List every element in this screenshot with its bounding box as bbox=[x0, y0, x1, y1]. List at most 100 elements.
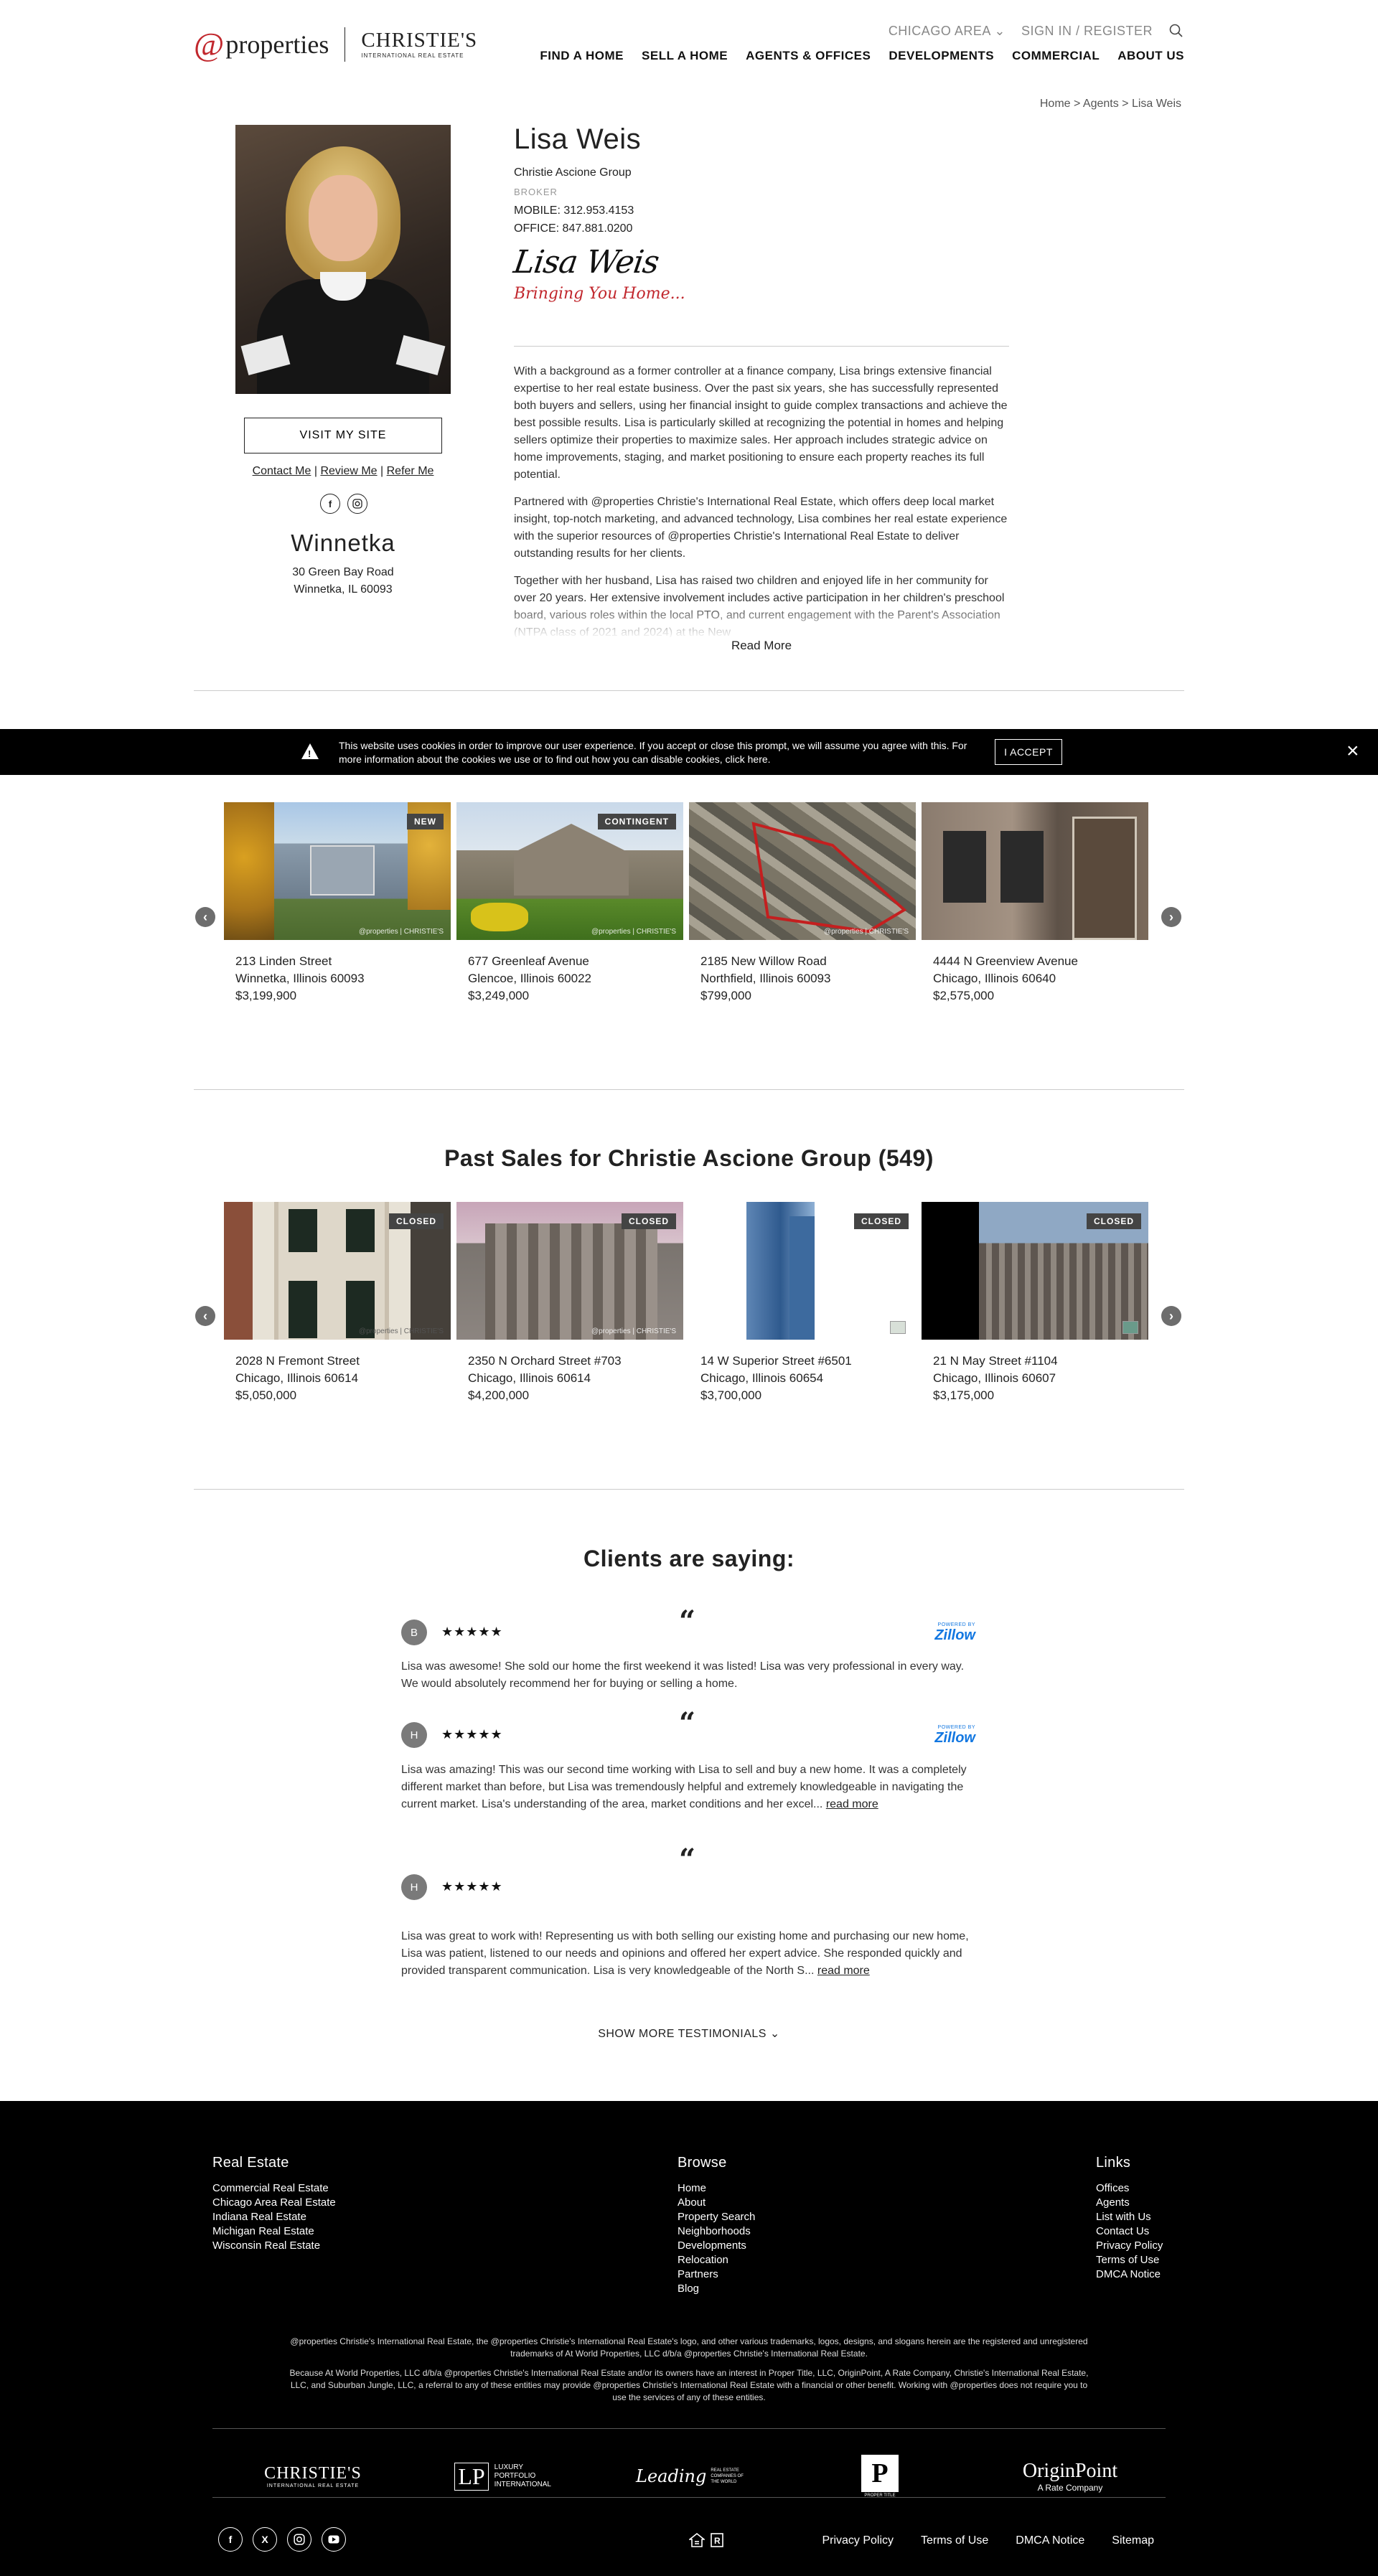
contact-me-link[interactable]: Contact Me bbox=[253, 465, 311, 477]
listing-address: 2185 New Willow Road bbox=[700, 954, 827, 968]
sign-in-link[interactable]: SIGN IN / REGISTER bbox=[1021, 24, 1153, 39]
sale-photo[interactable]: CLOSED @properties | CHRISTIE'S bbox=[456, 1202, 683, 1340]
youtube-icon[interactable] bbox=[322, 2527, 346, 2552]
sale-city: Chicago, Illinois 60614 bbox=[468, 1371, 591, 1385]
visit-my-site-button[interactable]: VISIT MY SITE bbox=[244, 418, 442, 453]
luxury-portfolio-logo[interactable]: LP LUXURY PORTFOLIO INTERNATIONAL bbox=[446, 2444, 561, 2509]
section-divider bbox=[194, 1489, 1184, 1490]
footer-link[interactable]: Privacy Policy bbox=[1096, 2239, 1163, 2253]
originpoint-logo[interactable]: OriginPoint A Rate Company bbox=[1009, 2444, 1131, 2509]
footer-link[interactable]: List with Us bbox=[1096, 2210, 1163, 2224]
listing-city: Northfield, Illinois 60093 bbox=[700, 972, 831, 985]
site-footer: Real Estate Commercial Real Estate Chica… bbox=[0, 2101, 1378, 2576]
footer-link[interactable]: Home bbox=[678, 2181, 755, 2196]
sale-card[interactable]: CLOSED 14 W Superior Street #6501 Chicag… bbox=[689, 1202, 916, 1404]
listing-photo[interactable]: CONTINGENT @properties | CHRISTIE'S bbox=[456, 802, 683, 940]
region-label: CHICAGO AREA bbox=[888, 23, 990, 38]
nav-commercial[interactable]: COMMERCIAL bbox=[1012, 49, 1100, 63]
nav-sell-a-home[interactable]: SELL A HOME bbox=[642, 49, 728, 63]
agent-office-phone[interactable]: OFFICE: 847.881.0200 bbox=[514, 222, 632, 235]
footer-link[interactable]: Commercial Real Estate bbox=[212, 2181, 336, 2196]
lp-monogram-icon: LP bbox=[454, 2462, 489, 2491]
instagram-icon[interactable] bbox=[287, 2527, 311, 2552]
nav-about-us[interactable]: ABOUT US bbox=[1117, 49, 1184, 63]
footer-link[interactable]: Michigan Real Estate bbox=[212, 2224, 336, 2239]
chevron-down-icon: ⌄ bbox=[994, 23, 1006, 38]
utility-nav: CHICAGO AREA ⌄ SIGN IN / REGISTER bbox=[889, 23, 1184, 39]
nav-agents-offices[interactable]: AGENTS & OFFICES bbox=[746, 49, 871, 63]
carousel-prev-arrow[interactable]: ‹ bbox=[195, 1306, 215, 1326]
footer-link[interactable]: Relocation bbox=[678, 2253, 755, 2267]
footer-link[interactable]: Contact Us bbox=[1096, 2224, 1163, 2239]
listing-photo[interactable]: NEW @properties | CHRISTIE'S bbox=[224, 802, 451, 940]
listing-photo[interactable] bbox=[922, 802, 1148, 940]
nav-find-a-home[interactable]: FIND A HOME bbox=[540, 49, 624, 63]
originpoint-text: OriginPoint bbox=[1022, 2460, 1118, 2482]
sale-card[interactable]: CLOSED @properties | CHRISTIE'S 2028 N F… bbox=[224, 1202, 451, 1404]
listing-card[interactable]: CONTINGENT @properties | CHRISTIE'S 677 … bbox=[456, 802, 683, 1005]
testimonial-body: Lisa was amazing! This was our second ti… bbox=[401, 1764, 967, 1810]
zillow-logo[interactable]: POWERED BY Zillow bbox=[934, 1725, 975, 1747]
listing-card[interactable]: 4444 N Greenview Avenue Chicago, Illinoi… bbox=[922, 802, 1148, 1005]
dmca-notice-link[interactable]: DMCA Notice bbox=[1016, 2534, 1084, 2547]
christies-logo[interactable]: CHRISTIE'S INTERNATIONAL REAL ESTATE bbox=[256, 2444, 370, 2509]
footer-link[interactable]: Offices bbox=[1096, 2181, 1163, 2196]
agent-mobile[interactable]: MOBILE: 312.953.4153 bbox=[514, 205, 634, 217]
footer-link[interactable]: Partners bbox=[678, 2267, 755, 2282]
footer-link[interactable]: Wisconsin Real Estate bbox=[212, 2239, 336, 2253]
agent-name: Lisa Weis bbox=[514, 123, 642, 155]
read-more-link[interactable]: read more bbox=[817, 1965, 870, 1977]
footer-link[interactable]: Indiana Real Estate bbox=[212, 2210, 336, 2224]
read-more-button[interactable]: Read More bbox=[514, 639, 1009, 653]
instagram-icon[interactable] bbox=[347, 494, 367, 514]
show-more-testimonials-button[interactable]: SHOW MORE TESTIMONIALS ⌄ bbox=[0, 2026, 1378, 2041]
privacy-policy-link[interactable]: Privacy Policy bbox=[822, 2534, 894, 2547]
carousel-next-arrow[interactable]: › bbox=[1161, 1306, 1181, 1326]
signature-name: Lisa Weis bbox=[511, 244, 662, 281]
carousel-next-arrow[interactable]: › bbox=[1161, 907, 1181, 927]
listing-card[interactable]: @properties | CHRISTIE'S 2185 New Willow… bbox=[689, 802, 916, 1005]
sale-address: 2350 N Orchard Street #703 bbox=[468, 1354, 622, 1368]
proper-title-logo[interactable]: P PROPER TITLE bbox=[858, 2444, 901, 2509]
footer-link[interactable]: About bbox=[678, 2196, 755, 2210]
footer-link[interactable]: Property Search bbox=[678, 2210, 755, 2224]
footer-link[interactable]: Developments bbox=[678, 2239, 755, 2253]
footer-link[interactable]: Agents bbox=[1096, 2196, 1163, 2210]
sale-card[interactable]: CLOSED @properties | CHRISTIE'S 2350 N O… bbox=[456, 1202, 683, 1404]
listing-photo[interactable]: @properties | CHRISTIE'S bbox=[689, 802, 916, 940]
nav-developments[interactable]: DEVELOPMENTS bbox=[889, 49, 994, 63]
footer-link[interactable]: DMCA Notice bbox=[1096, 2267, 1163, 2282]
refer-me-link[interactable]: Refer Me bbox=[387, 465, 434, 477]
listing-card[interactable]: NEW @properties | CHRISTIE'S 213 Linden … bbox=[224, 802, 451, 1005]
avatar: B bbox=[401, 1620, 427, 1645]
footer-link[interactable]: Terms of Use bbox=[1096, 2253, 1163, 2267]
site-logo[interactable]: @ properties CHRISTIE'S INTERNATIONAL RE… bbox=[194, 27, 477, 62]
carousel-prev-arrow[interactable]: ‹ bbox=[195, 907, 215, 927]
zillow-logo[interactable]: POWERED BY Zillow bbox=[934, 1622, 975, 1644]
status-badge: NEW bbox=[407, 814, 444, 829]
leading-re-logo[interactable]: Leading REAL ESTATE COMPANIES OF THE WOR… bbox=[636, 2444, 751, 2509]
review-me-link[interactable]: Review Me bbox=[320, 465, 377, 477]
sale-photo[interactable]: CLOSED @properties | CHRISTIE'S bbox=[224, 1202, 451, 1340]
bio-paragraph: Partnered with @properties Christie's In… bbox=[514, 496, 1008, 560]
x-icon[interactable]: X bbox=[253, 2527, 277, 2552]
footer-divider bbox=[212, 2428, 1166, 2429]
footer-link[interactable]: Chicago Area Real Estate bbox=[212, 2196, 336, 2210]
read-more-link[interactable]: read more bbox=[826, 1798, 878, 1810]
breadcrumb[interactable]: Home > Agents > Lisa Weis bbox=[1040, 98, 1181, 111]
footer-link[interactable]: Blog bbox=[678, 2282, 755, 2296]
sale-card[interactable]: CLOSED 21 N May Street #1104 Chicago, Il… bbox=[922, 1202, 1148, 1404]
sale-photo[interactable]: CLOSED bbox=[922, 1202, 1148, 1340]
cookie-accept-button[interactable]: I ACCEPT bbox=[995, 739, 1062, 765]
terms-of-use-link[interactable]: Terms of Use bbox=[921, 2534, 988, 2547]
facebook-icon[interactable]: f bbox=[218, 2527, 243, 2552]
facebook-icon[interactable]: f bbox=[320, 494, 340, 514]
sale-photo[interactable]: CLOSED bbox=[689, 1202, 916, 1340]
close-icon[interactable]: × bbox=[1346, 741, 1359, 762]
cookie-message: This website uses cookies in order to im… bbox=[339, 740, 967, 765]
search-icon[interactable] bbox=[1168, 23, 1184, 39]
footer-link[interactable]: Neighborhoods bbox=[678, 2224, 755, 2239]
sitemap-link[interactable]: Sitemap bbox=[1112, 2534, 1154, 2547]
region-selector[interactable]: CHICAGO AREA ⌄ bbox=[889, 24, 1006, 39]
legal-paragraph: Because At World Properties, LLC d/b/a @… bbox=[289, 2368, 1089, 2402]
